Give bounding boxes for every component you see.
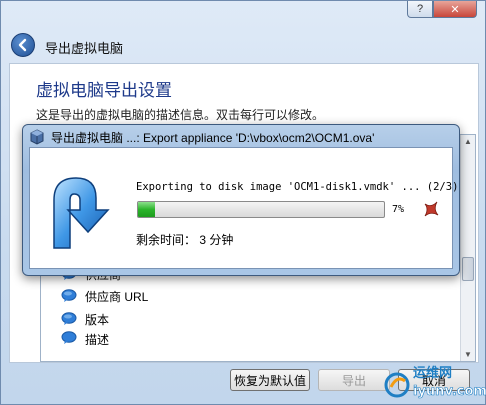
chat-bubble-icon [61, 289, 77, 302]
export-progress-dialog: 导出虚拟电脑 ...: Export appliance 'D:\vbox\oc… [22, 124, 460, 276]
scroll-thumb[interactable] [462, 257, 474, 281]
list-item-label: 版本 [85, 312, 110, 327]
progress-fill [138, 202, 156, 217]
list-item[interactable]: 供应商 URL [61, 285, 148, 307]
progress-status: Exporting to disk image 'OCM1-disk1.vmdk… [136, 181, 459, 193]
dialog-body: Exporting to disk image 'OCM1-disk1.vmdk… [29, 147, 458, 269]
wizard-title: 导出虚拟电脑 [45, 41, 124, 56]
svg-text:运维网: 运维网 [413, 365, 452, 381]
svg-text:iyunv.com: iyunv.com [413, 384, 486, 399]
list-scrollbar[interactable]: ▲ ▼ [460, 135, 475, 361]
close-button[interactable]: ✕ [433, 1, 477, 18]
progress-bar [137, 201, 385, 218]
help-button[interactable]: ? [407, 1, 433, 18]
list-item[interactable]: 版本 [61, 308, 109, 330]
list-item-label: 描述 [85, 333, 110, 345]
page-heading: 虚拟电脑导出设置 [36, 81, 172, 100]
cancel-operation-icon[interactable] [422, 200, 440, 218]
watermark-logo: 运维网 iyunv.com [384, 365, 486, 399]
page-description: 这是导出的虚拟电脑的描述信息。双击每行可以修改。 [36, 108, 325, 122]
chat-bubble-icon [61, 312, 77, 325]
scroll-up-icon[interactable]: ▲ [461, 135, 475, 148]
virtualbox-icon [30, 129, 44, 145]
list-item-label: 供应商 URL [85, 289, 149, 304]
progress-percent: 7% [392, 204, 405, 215]
back-arrow-icon [18, 38, 27, 52]
export-arrow-icon [53, 177, 110, 249]
list-item[interactable]: 描述 [61, 331, 109, 345]
export-button[interactable]: 导出 [318, 369, 390, 391]
dialog-title: 导出虚拟电脑 ...: Export appliance 'D:\vbox\oc… [51, 131, 375, 145]
window-controls: ? ✕ [407, 1, 477, 18]
restore-defaults-button[interactable]: 恢复为默认值 [230, 369, 310, 391]
time-remaining: 剩余时间： 3 分钟 [136, 233, 234, 247]
chat-bubble-icon [61, 331, 77, 344]
back-button[interactable] [11, 33, 35, 57]
